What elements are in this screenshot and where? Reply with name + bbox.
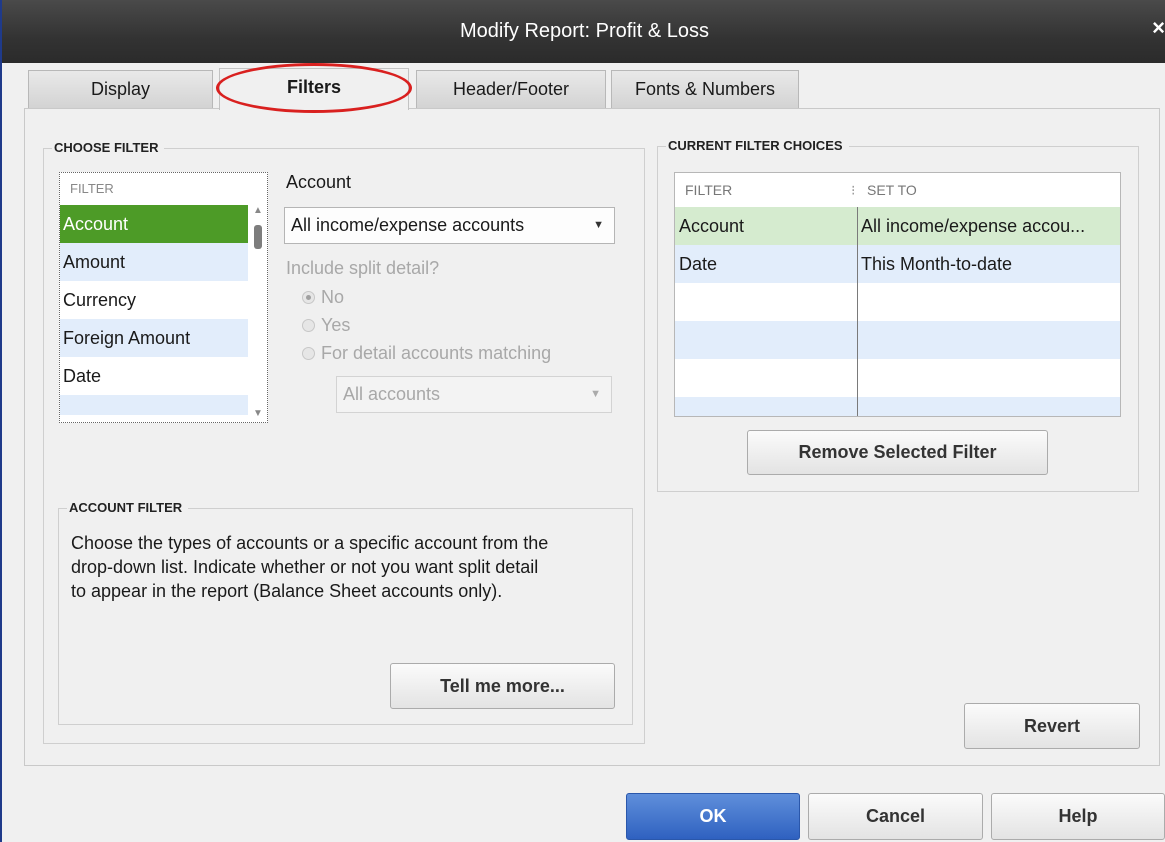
filter-item-currency[interactable]: Currency <box>60 281 248 319</box>
radio-matching[interactable]: For detail accounts matching <box>302 343 551 364</box>
modify-report-dialog: Modify Report: Profit & Loss × Display F… <box>0 0 1165 842</box>
table-row-empty[interactable] <box>675 397 1120 416</box>
filter-item-date[interactable]: Date <box>60 357 248 395</box>
filter-item-foreign-amount[interactable]: Foreign Amount <box>60 319 248 357</box>
close-icon[interactable]: × <box>1141 16 1165 40</box>
matching-accounts-value: All accounts <box>343 384 441 404</box>
cancel-button[interactable]: Cancel <box>808 793 983 840</box>
filters-tab-highlight-ring <box>216 63 412 113</box>
column-divider <box>857 207 858 416</box>
account-filter-title: ACCOUNT FILTER <box>67 500 189 515</box>
column-resize-handle[interactable]: ⁝ <box>851 173 855 207</box>
filter-item-account[interactable]: Account <box>60 205 248 243</box>
table-row-empty[interactable] <box>675 321 1120 359</box>
radio-matching-label: For detail accounts matching <box>321 343 552 363</box>
table-row-empty[interactable] <box>675 283 1120 321</box>
help-label: Help <box>1058 806 1098 826</box>
ok-label: OK <box>699 806 727 826</box>
account-filter-description-line3: to appear in the report (Balance Sheet a… <box>71 581 503 601</box>
table-row-empty[interactable] <box>675 359 1120 397</box>
radio-matching-icon[interactable] <box>302 347 315 360</box>
row-set-to-cell: All income/expense accou... <box>861 216 1086 236</box>
row-filter-cell: Date <box>679 254 718 274</box>
choose-filter-title: CHOOSE FILTER <box>52 140 165 155</box>
matching-accounts-dropdown[interactable]: All accounts ▼ <box>336 376 612 413</box>
filter-list-scrollbar[interactable]: ▲ ▼ <box>251 205 265 420</box>
split-detail-label: Include split detail? <box>286 258 440 278</box>
current-filter-table[interactable]: FILTER ⁝ SET TO Account All income/expen… <box>674 172 1121 417</box>
cancel-label: Cancel <box>865 806 926 826</box>
tab-display-label: Display <box>90 79 151 99</box>
radio-yes[interactable]: Yes <box>302 315 350 336</box>
filter-item-partial[interactable] <box>60 395 248 415</box>
account-filter-description-line2: drop-down list. Indicate whether or not … <box>71 557 539 577</box>
row-filter-cell: Account <box>679 216 745 236</box>
radio-no-label: No <box>321 287 345 307</box>
filter-list[interactable]: FILTER Account Amount Currency Foreign A… <box>59 172 268 423</box>
ok-button[interactable]: OK <box>626 793 800 840</box>
remove-selected-filter-label: Remove Selected Filter <box>798 442 997 462</box>
tab-fonts-numbers-label: Fonts & Numbers <box>634 79 776 99</box>
scroll-down-icon[interactable]: ▼ <box>251 408 265 420</box>
revert-label: Revert <box>1023 716 1081 736</box>
tab-header-footer[interactable]: Header/Footer <box>416 70 606 108</box>
row-set-to-cell: This Month-to-date <box>861 254 1013 274</box>
column-header-filter[interactable]: FILTER <box>685 173 732 207</box>
column-header-set-to[interactable]: SET TO <box>867 173 917 207</box>
current-filter-title: CURRENT FILTER CHOICES <box>666 138 849 153</box>
radio-no[interactable]: No <box>302 287 344 308</box>
account-dropdown-value: All income/expense accounts <box>291 215 525 235</box>
table-row[interactable]: Date This Month-to-date <box>675 245 1120 283</box>
help-button[interactable]: Help <box>991 793 1165 840</box>
revert-button[interactable]: Revert <box>964 703 1140 749</box>
account-label: Account <box>286 172 352 192</box>
remove-selected-filter-button[interactable]: Remove Selected Filter <box>747 430 1048 475</box>
filter-list-header: FILTER <box>70 181 114 196</box>
chevron-down-icon: ▼ <box>590 388 601 400</box>
tab-fonts-numbers[interactable]: Fonts & Numbers <box>611 70 799 108</box>
scroll-thumb[interactable] <box>254 225 262 249</box>
account-filter-description-line1: Choose the types of accounts or a specif… <box>71 533 549 553</box>
filter-item-amount[interactable]: Amount <box>60 243 248 281</box>
radio-yes-label: Yes <box>321 315 351 335</box>
account-dropdown[interactable]: All income/expense accounts ▼ <box>284 207 615 244</box>
title-bar[interactable]: Modify Report: Profit & Loss × <box>2 0 1165 63</box>
scroll-up-icon[interactable]: ▲ <box>251 205 265 217</box>
tell-me-more-button[interactable]: Tell me more... <box>390 663 615 709</box>
table-row[interactable]: Account All income/expense accou... <box>675 207 1120 245</box>
radio-yes-icon[interactable] <box>302 319 315 332</box>
chevron-down-icon: ▼ <box>593 219 604 231</box>
tab-display[interactable]: Display <box>28 70 213 108</box>
tell-me-more-label: Tell me more... <box>440 676 565 696</box>
table-header: FILTER ⁝ SET TO <box>675 173 1120 207</box>
radio-no-icon[interactable] <box>302 291 315 304</box>
window-title: Modify Report: Profit & Loss <box>460 20 709 42</box>
tab-header-footer-label: Header/Footer <box>452 79 570 99</box>
